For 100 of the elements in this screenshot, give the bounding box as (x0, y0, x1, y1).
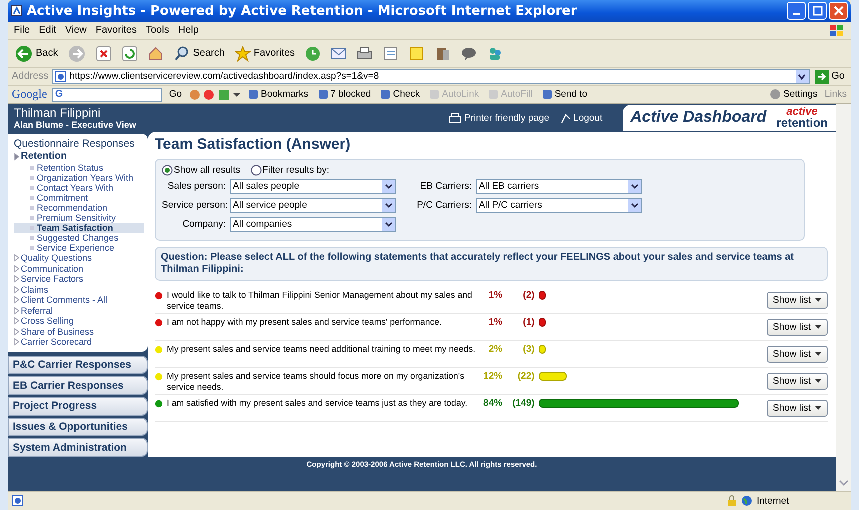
show-list-button[interactable]: Show list (766, 346, 828, 362)
forward-icon (68, 44, 86, 62)
filter-dropdown[interactable]: All P/C carriers (476, 198, 642, 213)
response-count: (2) (522, 290, 535, 301)
menu-item[interactable]: Edit (39, 25, 56, 36)
dropdown-button[interactable] (796, 70, 809, 83)
percent-value: 1% (488, 317, 503, 328)
menu-item[interactable]: File (14, 25, 30, 36)
answer-text: I would like to talk to Thilman Filippini Senior Management about my sales and service teams. (167, 290, 474, 312)
search-button[interactable]: Search (171, 44, 228, 62)
printer-friendly-link[interactable]: Printer friendly page (448, 112, 550, 124)
logout-link[interactable]: Logout (560, 112, 603, 124)
settings-button[interactable]: Settings (768, 89, 820, 100)
sidebar-section-header[interactable]: Questionnaire Responses (14, 138, 144, 150)
caret-icon (797, 72, 808, 82)
clock-icon (305, 46, 322, 62)
toolbar-button[interactable]: Check (378, 89, 422, 100)
arrow-right-icon (814, 70, 829, 84)
caret-icon (815, 378, 822, 384)
sidebar-section-tab[interactable]: EB Carrier Responses (8, 376, 148, 395)
tree-item[interactable]: Quality Questions (14, 253, 144, 264)
tree-item[interactable]: Contact Years With (14, 183, 144, 193)
envelope-icon (331, 46, 348, 62)
close-button[interactable] (829, 2, 848, 20)
tree-item[interactable]: Retention Status (14, 163, 144, 173)
refresh-icon (122, 46, 138, 62)
scrollbar[interactable] (836, 104, 851, 491)
sidebar-section-tab[interactable]: Issues & Opportunities (8, 418, 148, 436)
square-icon (542, 89, 553, 100)
sidebar-section-tab[interactable]: Project Progress (8, 396, 148, 416)
note-icon (409, 46, 426, 62)
tree-item[interactable]: Share of Business (14, 326, 144, 337)
toolbar-button[interactable]: 7 blocked (316, 89, 374, 100)
radio-icon[interactable] (250, 165, 262, 176)
toolbar-button[interactable]: Send to (540, 89, 590, 100)
dropdown-button[interactable] (628, 199, 641, 212)
filter-dropdown[interactable]: All EB carriers (476, 179, 642, 194)
tree-item[interactable]: Recommendation (14, 203, 144, 213)
filter-dropdown[interactable]: All companies (230, 217, 396, 232)
minimize-button[interactable] (787, 2, 806, 20)
tree-item[interactable]: Premium Sensitivity (14, 213, 144, 223)
tree-item[interactable]: Suggested Changes (14, 233, 144, 243)
filter-dropdown[interactable]: All service people (230, 198, 396, 213)
tree-item[interactable]: Commitment (14, 193, 144, 203)
show-list-button[interactable]: Show list (766, 400, 828, 416)
tree-item[interactable]: Referral (14, 306, 144, 316)
people-icon (487, 46, 504, 62)
tree-item[interactable]: Service Factors (14, 274, 144, 284)
caret-icon (815, 406, 822, 410)
circle-icon (770, 89, 782, 100)
tree-item[interactable]: Service Experience (14, 243, 144, 253)
go-button[interactable]: Go (812, 70, 847, 84)
dropdown-button[interactable] (382, 180, 395, 193)
menu-item[interactable]: Favorites (96, 25, 137, 36)
window-title: Active Insights - Powered by Active Retention - Microsoft Internet Explorer (27, 4, 578, 18)
go-button[interactable]: Go (167, 89, 184, 100)
filter-label: Service person: (162, 200, 226, 211)
tree-item[interactable]: Claims (14, 284, 144, 295)
sidebar-section-tab[interactable]: System Administration (8, 438, 148, 458)
square-icon (318, 89, 329, 100)
user-name: Alan Blume - Executive View (14, 120, 138, 130)
tree-item[interactable]: Carrier Scorecard (14, 337, 144, 348)
show-list-button[interactable]: Show list (766, 292, 828, 308)
caret-icon (815, 298, 822, 302)
tree-item[interactable]: Retention (14, 151, 144, 163)
radio-icon[interactable] (162, 165, 173, 176)
security-zone-label: Internet (757, 496, 790, 506)
dropdown-button[interactable] (628, 180, 641, 193)
answer-text: I am satisfied with my present sales and service teams just as they are today. (167, 398, 469, 409)
toolbar-button[interactable]: Bookmarks (246, 89, 311, 100)
menu-item[interactable]: View (65, 25, 87, 36)
tree-item[interactable]: Client Comments - All (14, 295, 144, 306)
page-icon (54, 70, 67, 82)
tree-item[interactable]: Organization Years With (14, 173, 144, 183)
show-list-button[interactable]: Show list (766, 372, 828, 390)
dropdown-button[interactable] (382, 218, 395, 231)
percent-value: 1% (488, 290, 503, 301)
tree-item[interactable]: Team Satisfaction (14, 223, 144, 233)
answer-text: My present sales and service teams need additional training to meet my needs. (167, 344, 477, 355)
book-icon (435, 46, 452, 62)
triangle-icon (14, 153, 20, 161)
filter-dropdown[interactable]: All sales people (230, 179, 396, 194)
radio-option[interactable]: Show all results (162, 165, 241, 176)
back-button[interactable]: Back (12, 44, 62, 64)
menu-item[interactable]: Help (178, 25, 199, 36)
show-list-button[interactable]: Show list (766, 318, 828, 336)
percent-value: 2% (488, 344, 503, 355)
address-field[interactable]: https://www.clientservicereview.com/activedashboard/index.asp?s=1&v=8 (52, 69, 810, 84)
filter-label: EB Carriers: (419, 181, 472, 192)
tree-item[interactable]: Cross Selling (14, 316, 144, 326)
radio-option[interactable]: Filter results by: (250, 165, 330, 176)
dropdown-button[interactable] (382, 199, 395, 212)
sidebar-section-tab[interactable]: P&C Carrier Responses (8, 356, 148, 374)
maximize-button[interactable] (808, 2, 827, 20)
google-search-field[interactable]: G (52, 88, 162, 102)
filter-label: Company: (182, 219, 226, 230)
favorites-button[interactable]: Favorites (232, 44, 298, 62)
menu-item[interactable]: Tools (146, 25, 170, 36)
bullet-icon (30, 246, 34, 250)
tree-item[interactable]: Communication (14, 264, 144, 274)
